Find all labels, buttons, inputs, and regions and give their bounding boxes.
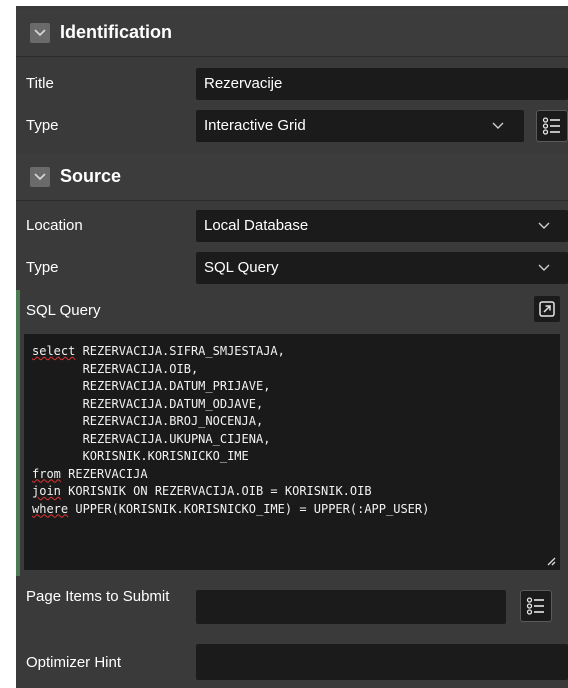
code-line: REZERVACIJA.BROJ_NOCENJA, bbox=[32, 414, 264, 428]
chevron-down-icon bbox=[492, 122, 504, 129]
code-line: REZERVACIJA.DATUM_PRIJAVE, bbox=[32, 379, 271, 393]
sql-code-editor[interactable]: select REZERVACIJA.SIFRA_SMJESTAJA, REZE… bbox=[24, 334, 560, 570]
code-line: from REZERVACIJA bbox=[32, 467, 148, 481]
title-row: Title Rezervacije bbox=[16, 62, 568, 106]
title-value: Rezervacije bbox=[204, 75, 283, 92]
type-select[interactable]: Interactive Grid bbox=[196, 110, 524, 142]
optimizer-hint-row: Optimizer Hint bbox=[16, 638, 568, 688]
page-items-list-button[interactable] bbox=[520, 590, 552, 622]
source-type-select[interactable]: SQL Query bbox=[196, 252, 568, 284]
expand-icon bbox=[539, 301, 555, 317]
list-icon bbox=[542, 117, 560, 135]
code-line: REZERVACIJA.DATUM_ODJAVE, bbox=[32, 396, 264, 411]
chevron-down-icon bbox=[538, 222, 550, 229]
optimizer-hint-label: Optimizer Hint bbox=[26, 654, 122, 671]
code-line: select REZERVACIJA.SIFRA_SMJESTAJA, bbox=[32, 344, 285, 358]
location-select[interactable]: Local Database bbox=[196, 210, 568, 242]
window-frame-left bbox=[0, 0, 16, 688]
sql-query-label: SQL Query bbox=[26, 302, 101, 319]
resize-grip-icon[interactable] bbox=[546, 556, 556, 566]
code-line: join KORISNIK ON REZERVACIJA.OIB = KORIS… bbox=[32, 484, 372, 498]
chevron-down-icon[interactable] bbox=[30, 23, 50, 43]
identification-type-row: Type Interactive Grid bbox=[16, 104, 568, 148]
required-accent-bar bbox=[16, 290, 20, 576]
sql-code[interactable]: select REZERVACIJA.SIFRA_SMJESTAJA, REZE… bbox=[32, 343, 429, 518]
sql-query-field: SQL Query select REZERVACIJA.SIFRA_SMJES… bbox=[16, 290, 568, 576]
identification-section-header[interactable]: Identification bbox=[16, 10, 568, 57]
code-keyword: from bbox=[32, 466, 61, 481]
section-title: Identification bbox=[60, 22, 172, 42]
page-items-row: Page Items to Submit bbox=[16, 582, 568, 634]
source-type-value: SQL Query bbox=[204, 259, 279, 276]
page-items-label: Page Items to Submit bbox=[26, 588, 170, 605]
code-keyword: select bbox=[32, 344, 76, 358]
code-rest: UPPER(KORISNIK.KORISNICKO_IME) = UPPER(:… bbox=[68, 501, 430, 516]
expand-editor-button[interactable] bbox=[534, 296, 560, 322]
source-type-row: Type SQL Query bbox=[16, 246, 568, 290]
source-section-header[interactable]: Source bbox=[16, 154, 568, 201]
type-value: Interactive Grid bbox=[204, 117, 306, 134]
page-items-input[interactable] bbox=[196, 590, 506, 624]
code-rest: REZERVACIJA.SIFRA_SMJESTAJA, bbox=[75, 344, 285, 358]
location-label: Location bbox=[26, 217, 83, 234]
code-keyword: join bbox=[32, 484, 61, 498]
section-title: Source bbox=[60, 166, 122, 186]
chevron-down-icon bbox=[538, 264, 550, 271]
code-line: REZERVACIJA.OIB, bbox=[32, 361, 199, 376]
code-line: where UPPER(KORISNIK.KORISNICKO_IME) = U… bbox=[32, 502, 429, 516]
type-label: Type bbox=[26, 259, 59, 276]
title-label: Title bbox=[26, 75, 54, 92]
code-keyword: where bbox=[32, 501, 69, 516]
title-input[interactable]: Rezervacije bbox=[196, 68, 568, 100]
list-icon bbox=[526, 597, 544, 615]
location-row: Location Local Database bbox=[16, 204, 568, 248]
chevron-down-icon[interactable] bbox=[30, 167, 50, 187]
code-line: KORISNIK.KORISNICKO_IME bbox=[32, 449, 249, 463]
optimizer-hint-input[interactable] bbox=[196, 644, 568, 680]
code-line: REZERVACIJA.UKUPNA_CIJENA, bbox=[32, 431, 271, 446]
code-rest: REZERVACIJA bbox=[60, 466, 148, 481]
type-label: Type bbox=[26, 117, 59, 134]
code-rest: KORISNIK ON REZERVACIJA.OIB = KORISNIK.O… bbox=[60, 484, 372, 498]
type-list-button[interactable] bbox=[536, 110, 568, 142]
location-value: Local Database bbox=[204, 217, 309, 234]
